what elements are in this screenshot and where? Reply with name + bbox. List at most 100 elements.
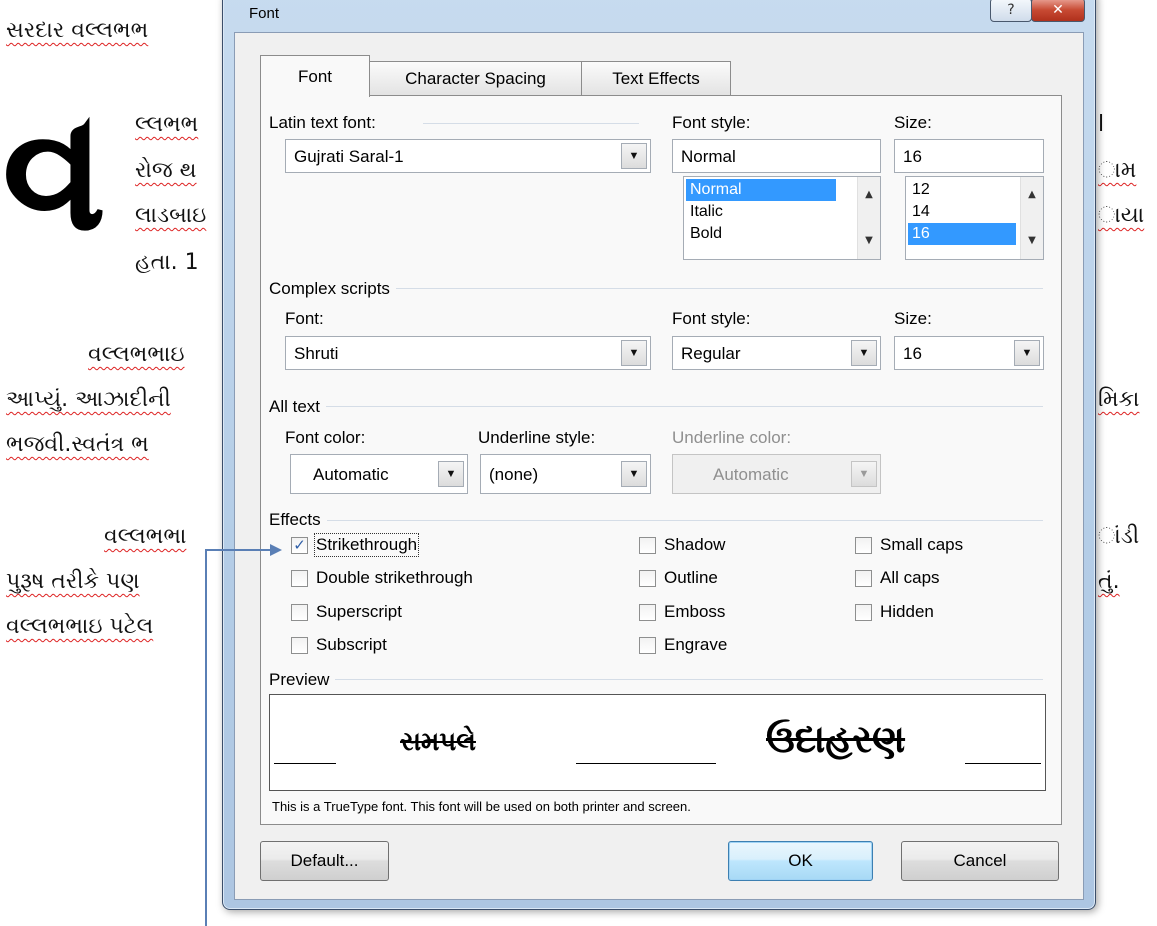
doc-line: વલ્લભભાઇ પટેલ xyxy=(6,614,154,639)
checkbox-box[interactable] xyxy=(291,636,308,654)
checkbox-label: Outline xyxy=(664,568,718,587)
underline-style-combo[interactable]: (none) ▼ xyxy=(480,454,651,494)
annotation-arrow-line xyxy=(205,549,273,551)
scroll-down-icon[interactable]: ▼ xyxy=(858,229,880,251)
checkbox-box[interactable] xyxy=(639,569,656,587)
preview-sample-large: ઉદાહરણ xyxy=(766,717,906,761)
underline-color-value: Automatic xyxy=(713,465,789,484)
chevron-down-icon: ▼ xyxy=(851,461,877,487)
complex-style-value: Regular xyxy=(681,344,741,363)
checkbox-label: Subscript xyxy=(316,635,387,654)
check-icon[interactable]: ✓ xyxy=(291,536,308,554)
chevron-down-icon[interactable]: ▼ xyxy=(621,340,647,366)
font-color-combo[interactable]: Automatic ▼ xyxy=(290,454,468,494)
chevron-down-icon[interactable]: ▼ xyxy=(621,461,647,487)
scrollbar[interactable]: ▲ ▼ xyxy=(1020,177,1043,259)
checkbox-label: Hidden xyxy=(880,602,934,621)
doc-line: આપ્યું. આઝાદીની xyxy=(6,387,171,412)
doc-line: લાડબાઇ xyxy=(135,203,207,228)
annotation-arrow-icon xyxy=(270,544,282,556)
preview-underline xyxy=(576,763,716,764)
default-button[interactable]: Default... xyxy=(260,841,389,881)
emboss-checkbox[interactable]: Emboss xyxy=(639,602,725,622)
doc-fragment: ામ xyxy=(1098,158,1137,183)
scrollbar[interactable]: ▲ ▼ xyxy=(857,177,880,259)
complex-scripts-group-label: Complex scripts xyxy=(269,279,396,299)
strikethrough-checkbox[interactable]: ✓ Strikethrough xyxy=(291,533,420,557)
ok-button[interactable]: OK xyxy=(728,841,873,881)
checkbox-box[interactable] xyxy=(855,536,872,554)
chevron-down-icon[interactable]: ▼ xyxy=(851,340,877,366)
annotation-arrow-line xyxy=(205,550,207,926)
scroll-up-icon[interactable]: ▲ xyxy=(1021,183,1043,205)
font-color-value: Automatic xyxy=(313,465,389,484)
doc-fragment: તું. xyxy=(1098,569,1120,594)
hidden-checkbox[interactable]: Hidden xyxy=(855,602,934,622)
scroll-up-icon[interactable]: ▲ xyxy=(858,183,880,205)
superscript-checkbox[interactable]: Superscript xyxy=(291,602,402,622)
checkbox-box[interactable] xyxy=(855,569,872,587)
checkbox-box[interactable] xyxy=(855,603,872,621)
complex-size-combo[interactable]: 16 ▼ xyxy=(894,336,1044,370)
complex-font-combo[interactable]: Shruti ▼ xyxy=(285,336,651,370)
checkbox-box[interactable] xyxy=(639,636,656,654)
latin-style-list[interactable]: Normal Italic Bold ▲ ▼ xyxy=(683,176,881,260)
separator xyxy=(269,406,1043,407)
latin-style-input[interactable]: Normal xyxy=(672,139,881,173)
preview-sample-small: સમપલે xyxy=(400,727,476,757)
cancel-button[interactable]: Cancel xyxy=(901,841,1059,881)
all-text-group-label: All text xyxy=(269,397,327,417)
doc-fragment: l xyxy=(1098,112,1105,137)
close-icon: ✕ xyxy=(1052,2,1064,18)
doc-fragment: ાયા xyxy=(1098,203,1145,228)
tab-character-spacing[interactable]: Character Spacing xyxy=(368,61,583,96)
chevron-down-icon[interactable]: ▼ xyxy=(1014,340,1040,366)
engrave-checkbox[interactable]: Engrave xyxy=(639,635,727,655)
doc-line: લ્લભભ xyxy=(135,112,199,137)
doc-line: હતા. 1 xyxy=(135,250,199,275)
checkbox-label: Shadow xyxy=(664,535,726,554)
latin-size-input[interactable]: 16 xyxy=(894,139,1044,173)
latin-size-value: 16 xyxy=(903,147,922,166)
chevron-down-icon[interactable]: ▼ xyxy=(621,143,647,169)
list-item[interactable]: 14 xyxy=(908,201,1016,223)
latin-font-value: Gujrati Saral-1 xyxy=(294,147,404,166)
tab-text-effects[interactable]: Text Effects xyxy=(581,61,731,96)
separator xyxy=(269,679,1043,680)
checkbox-box[interactable] xyxy=(291,569,308,587)
list-item[interactable]: Bold xyxy=(686,223,836,245)
underline-color-combo: Automatic ▼ xyxy=(672,454,881,494)
latin-size-list[interactable]: 12 14 16 ▲ ▼ xyxy=(905,176,1044,260)
checkbox-label: All caps xyxy=(880,568,940,587)
list-item[interactable]: Normal xyxy=(686,179,836,201)
close-button[interactable]: ✕ xyxy=(1031,0,1085,22)
chevron-down-icon[interactable]: ▼ xyxy=(438,461,464,487)
complex-size-value: 16 xyxy=(903,344,922,363)
complex-style-label: Font style: xyxy=(672,309,751,328)
checkbox-box[interactable] xyxy=(291,603,308,621)
list-item[interactable]: 16 xyxy=(908,223,1016,245)
checkbox-box[interactable] xyxy=(639,603,656,621)
double-strikethrough-checkbox[interactable]: Double strikethrough xyxy=(291,568,473,588)
complex-font-value: Shruti xyxy=(294,344,339,363)
complex-style-combo[interactable]: Regular ▼ xyxy=(672,336,881,370)
shadow-checkbox[interactable]: Shadow xyxy=(639,535,725,555)
checkbox-box[interactable] xyxy=(639,536,656,554)
doc-line: રોજ થ xyxy=(135,158,197,183)
list-item[interactable]: 12 xyxy=(908,179,1016,201)
doc-dropcap: વ xyxy=(2,70,107,268)
separator xyxy=(269,520,1043,521)
tab-font[interactable]: Font xyxy=(260,55,370,97)
scroll-down-icon[interactable]: ▼ xyxy=(1021,229,1043,251)
small-caps-checkbox[interactable]: Small caps xyxy=(855,535,963,555)
all-caps-checkbox[interactable]: All caps xyxy=(855,568,940,588)
subscript-checkbox[interactable]: Subscript xyxy=(291,635,387,655)
list-item[interactable]: Italic xyxy=(686,201,836,223)
latin-size-label: Size: xyxy=(894,113,932,132)
help-icon: ? xyxy=(1007,2,1015,18)
help-button[interactable]: ? xyxy=(990,0,1032,22)
preview-box: સમપલે ઉદાહરણ xyxy=(269,694,1046,791)
latin-font-combo[interactable]: Gujrati Saral-1 ▼ xyxy=(285,139,651,173)
outline-checkbox[interactable]: Outline xyxy=(639,568,718,588)
separator xyxy=(423,123,639,124)
